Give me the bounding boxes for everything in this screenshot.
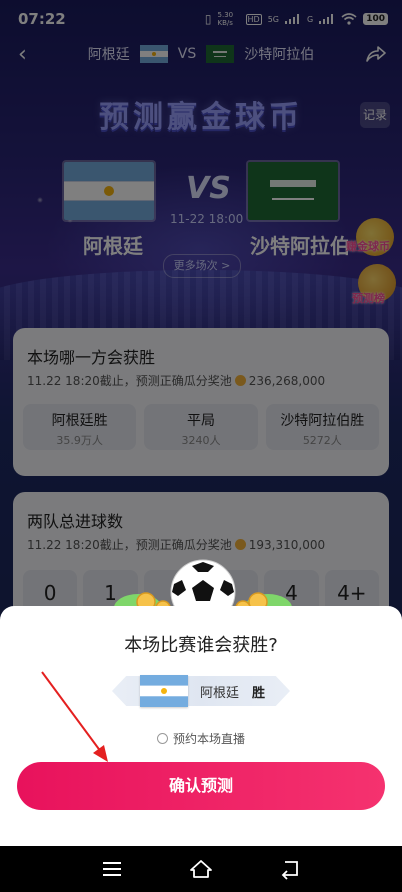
screen: 07:22 ▯ 5.30 KB/s HD 5G G 100 ‹ 阿根廷	[0, 0, 402, 892]
system-nav-bar	[0, 846, 402, 892]
pick-result: 胜	[252, 686, 266, 701]
home-icon[interactable]	[189, 858, 213, 880]
argentina-flag-icon	[140, 675, 188, 707]
reserve-live-option[interactable]: 预约本场直播	[0, 730, 402, 747]
radio-icon[interactable]	[156, 733, 168, 744]
confirm-prediction-button[interactable]: 确认预测	[17, 762, 385, 810]
menu-icon[interactable]	[100, 858, 124, 880]
back-nav-icon[interactable]	[278, 858, 302, 880]
reserve-label: 预约本场直播	[172, 732, 245, 746]
prediction-bottom-sheet: 本场比赛谁会获胜? 阿根廷 胜 预约本场直播 确认预测	[0, 606, 402, 846]
sheet-title: 本场比赛谁会获胜?	[124, 635, 278, 656]
selected-pick: 阿根廷 胜	[112, 675, 290, 707]
pick-team: 阿根廷	[200, 686, 240, 701]
